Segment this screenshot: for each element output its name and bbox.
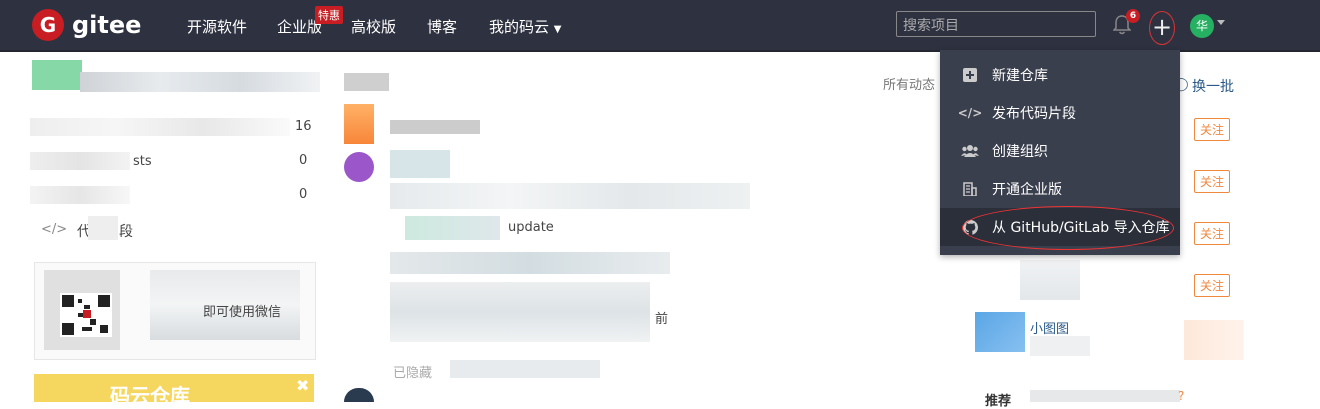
- sidebar-count-3: 0: [299, 187, 308, 202]
- menu-item-enterprise[interactable]: 开通企业版: [940, 170, 1180, 208]
- follow-button[interactable]: 关注: [1194, 170, 1231, 193]
- menu-item-label: 新建仓库: [992, 68, 1048, 84]
- blurred-sidebar-row: [30, 152, 130, 170]
- gitee-logo-icon: G: [32, 9, 64, 41]
- blurred-recommend-text: [1030, 390, 1180, 402]
- menu-item-create-org[interactable]: 创建组织: [940, 132, 1180, 170]
- feed-filter-label[interactable]: 所有动态: [883, 74, 935, 93]
- promo-title: 码云仓库: [110, 384, 190, 408]
- sidebar-count-2: 0: [299, 153, 308, 168]
- sidebar-tests-fragment: sts: [133, 154, 152, 169]
- blurred-username: [80, 72, 320, 92]
- plus-square-icon: [960, 65, 980, 85]
- blurred-user-info: [1030, 336, 1090, 356]
- gitee-logo[interactable]: G gitee: [32, 9, 141, 41]
- nav-my-gitee[interactable]: 我的码云 ▼: [489, 16, 562, 37]
- blurred-feed-user: [390, 120, 480, 134]
- nav-education[interactable]: 高校版: [351, 16, 396, 37]
- blurred-follow-button: [1184, 320, 1244, 360]
- menu-item-label: 创建组织: [992, 144, 1048, 160]
- nav-open-source[interactable]: 开源软件: [187, 16, 247, 37]
- wechat-text: 即可使用微信: [203, 305, 282, 320]
- blurred-feed-text: [450, 360, 600, 378]
- sidebar-count-repos: 16: [295, 119, 312, 134]
- recommend-heading: 推荐: [985, 394, 1012, 409]
- menu-item-publish-snippet[interactable]: </> 发布代码片段: [940, 94, 1180, 132]
- notification-count-badge: 6: [1126, 9, 1140, 23]
- top-navbar: G gitee 开源软件 企业版 特惠 高校版 博客 我的码云 ▼ 搜索项目 6…: [0, 0, 1320, 52]
- blurred-feed-header: [344, 73, 389, 91]
- avatar-chevron-down-icon[interactable]: [1217, 20, 1225, 25]
- logo-text: gitee: [72, 11, 142, 39]
- hidden-fragment: 已隐藏: [393, 366, 433, 381]
- blurred-sidebar-row: [30, 186, 130, 204]
- qr-code-icon: [60, 293, 112, 337]
- blurred-feed-text: [390, 282, 650, 342]
- commit-message: update: [508, 220, 554, 235]
- menu-item-label: 开通企业版: [992, 182, 1062, 198]
- highlight-ellipse: [962, 206, 1174, 250]
- follow-button[interactable]: 关注: [1194, 222, 1231, 245]
- blurred-feed-avatar: [344, 388, 374, 402]
- building-icon: [960, 179, 980, 199]
- menu-item-label: 发布代码片段: [992, 106, 1076, 122]
- sidebar-snippet-tail: 段: [119, 224, 133, 240]
- blurred-feed-user: [390, 150, 450, 178]
- blurred-feed-text: [390, 252, 670, 274]
- group-icon: [960, 141, 980, 161]
- user-name[interactable]: 小图图: [1030, 318, 1069, 337]
- blurred-user-avatar: [975, 312, 1025, 352]
- code-icon: </>: [957, 106, 983, 120]
- menu-item-new-repo[interactable]: 新建仓库: [940, 56, 1180, 94]
- follow-button[interactable]: 关注: [1194, 118, 1231, 141]
- avatar[interactable]: 华: [1190, 14, 1214, 38]
- blurred-fragment: [88, 216, 118, 240]
- feed-time-fragment: 前: [655, 312, 669, 327]
- code-icon: </>: [41, 222, 68, 237]
- blurred-commit: [405, 216, 500, 240]
- blurred-feed-avatar: [344, 104, 374, 144]
- blurred-sidebar-row: [30, 118, 290, 136]
- nav-blog[interactable]: 博客: [427, 16, 457, 37]
- help-icon[interactable]: ?: [1178, 389, 1184, 403]
- chevron-down-icon: ▼: [553, 24, 562, 35]
- group-avatar-icon: [344, 152, 374, 182]
- blurred-user-name: [1020, 260, 1080, 300]
- nav-my-gitee-label: 我的码云: [489, 18, 550, 36]
- special-offer-badge: 特惠: [315, 6, 343, 24]
- close-icon[interactable]: ✖: [296, 376, 309, 395]
- blurred-feed-text: [390, 183, 750, 209]
- create-plus-button[interactable]: +: [1149, 11, 1175, 45]
- blurred-avatar: [32, 60, 82, 90]
- search-input[interactable]: 搜索项目: [896, 11, 1096, 37]
- follow-button[interactable]: 关注: [1194, 274, 1231, 297]
- refresh-link[interactable]: 换一批: [1192, 76, 1234, 96]
